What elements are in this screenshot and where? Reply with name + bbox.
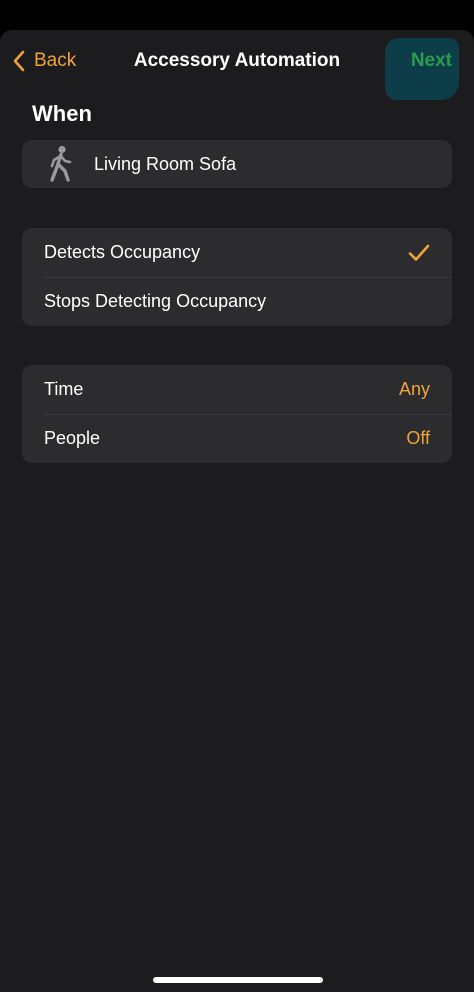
accessory-group: Living Room Sofa [22,140,452,188]
conditions-group: Time Any People Off [22,365,452,463]
section-header-when: When [32,101,92,126]
condition-label: Time [44,379,84,399]
condition-row-people[interactable]: People Off [22,414,452,463]
next-button[interactable]: Next [411,47,452,75]
accessory-name: Living Room Sofa [94,153,237,174]
checkmark-icon [408,244,430,262]
chevron-left-icon [12,50,26,72]
accessory-row[interactable]: Living Room Sofa [22,140,452,188]
back-label: Back [34,50,77,71]
back-button[interactable]: Back [12,47,76,75]
option-label: Stops Detecting Occupancy [44,291,267,311]
home-indicator[interactable] [153,977,323,983]
person-walking-icon [48,145,74,183]
option-stops-detecting-occupancy[interactable]: Stops Detecting Occupancy [22,277,452,326]
condition-value: Off [406,428,430,448]
trigger-options-group: Detects Occupancy Stops Detecting Occupa… [22,228,452,326]
option-detects-occupancy[interactable]: Detects Occupancy [22,228,452,277]
condition-row-time[interactable]: Time Any [22,365,452,414]
condition-value: Any [398,379,430,399]
screen: Back Accessory Automation Next When Livi… [0,0,474,992]
option-label: Detects Occupancy [44,242,201,262]
condition-label: People [44,428,101,448]
